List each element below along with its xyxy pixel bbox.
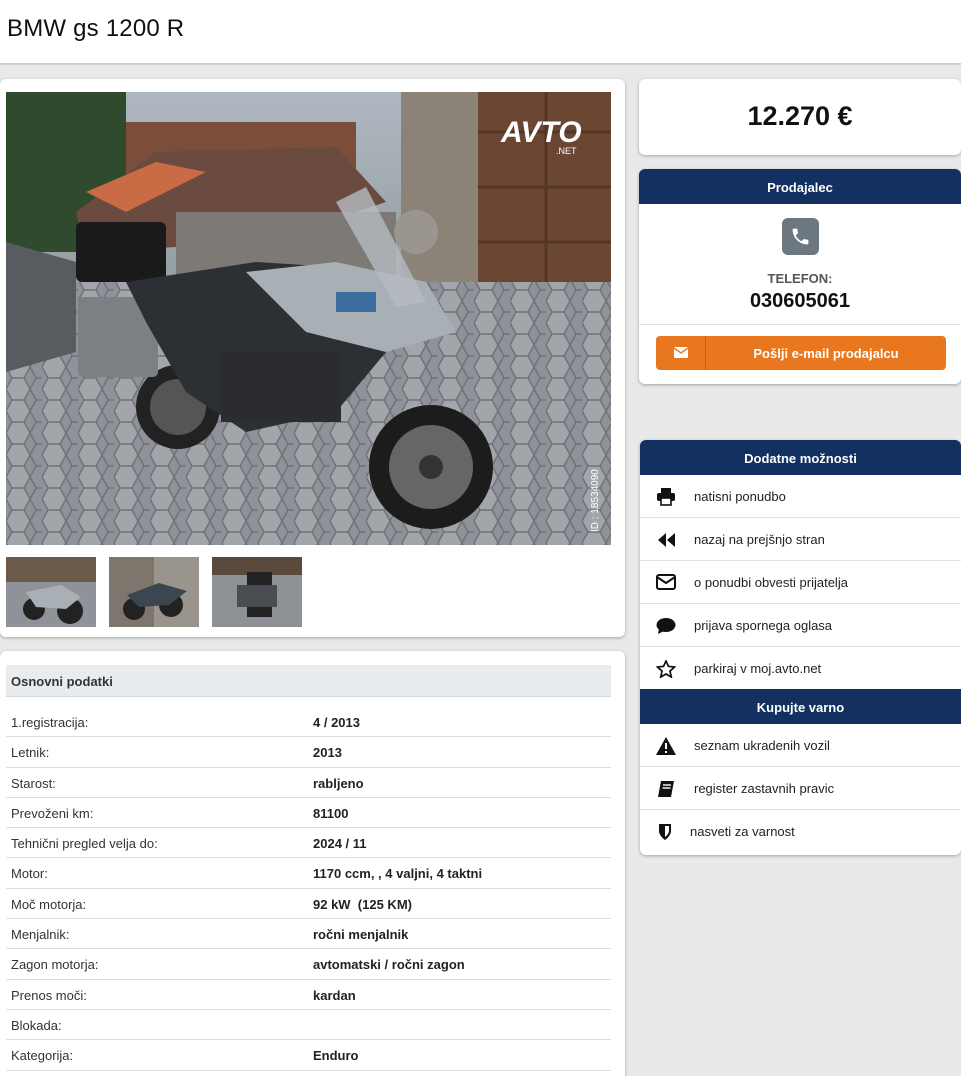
spec-label: Tehnični pregled velja do: [11, 836, 158, 852]
thumbnail-2[interactable] [109, 557, 199, 627]
table-row: Menjalnik: ročni menjalnik [6, 919, 611, 950]
table-row: Motor: 1170 ccm, , 4 valjni, 4 taktni [6, 858, 611, 889]
thumbnail-strip [6, 557, 302, 627]
spec-value: 81100 [313, 805, 349, 821]
photo-gallery: AVTO .NET ID : 18534090 [0, 79, 625, 637]
option-label: o ponudbi obvesti prijatelja [694, 575, 848, 590]
thumbnail-1[interactable] [6, 557, 96, 627]
option-notify-friend[interactable]: o ponudbi obvesti prijatelja [640, 561, 961, 604]
specs-table: 1.registracija: 4 / 2013 Letnik: 2013 Star… [6, 707, 611, 1071]
table-row: Zagon motorja: avtomatski / ročni zagon [6, 949, 611, 980]
seller-header: Prodajalec [639, 169, 961, 204]
option-back[interactable]: nazaj na prejšnjo stran [640, 518, 961, 561]
table-row: 1.registracija: 4 / 2013 [6, 707, 611, 738]
phone-icon[interactable] [782, 218, 819, 255]
specs-header: Osnovni podatki [6, 665, 611, 697]
spec-label: Blokada: [11, 1017, 62, 1033]
table-row: Tehnični pregled velja do: 2024 / 11 [6, 828, 611, 859]
price-card: 12.270 € [639, 79, 961, 155]
page-title: BMW gs 1200 R [7, 15, 185, 42]
spec-label: Motor: [11, 866, 48, 882]
table-row: Prenos moči: kardan [6, 980, 611, 1010]
avto-logo: AVTO [500, 116, 582, 149]
main-photo[interactable]: AVTO .NET ID : 18534090 [6, 92, 611, 545]
spec-value: 1170 ccm, , 4 valjni, 4 taktni [313, 866, 483, 882]
spec-label: Zagon motorja: [11, 957, 99, 973]
title-bar: BMW gs 1200 R [0, 0, 961, 65]
table-row: Kategorija: Enduro [6, 1040, 611, 1071]
option-report[interactable]: prijava spornega oglasa [640, 604, 961, 647]
option-label: register zastavnih pravic [694, 781, 835, 796]
seller-card: Prodajalec TELEFON: 030605061 Pošlji e-m… [639, 169, 961, 384]
spec-value: 92 kW (125 KM) [313, 896, 412, 912]
spec-value: kardan [313, 987, 356, 1003]
spec-label: Letnik: [11, 745, 50, 761]
phone-label: TELEFON: [767, 271, 833, 286]
option-park[interactable]: parkiraj v moj.avto.net [640, 647, 961, 690]
spec-label: Menjalnik: [11, 927, 70, 943]
spec-label: Moč motorja: [11, 896, 87, 912]
envelope-icon [656, 336, 706, 370]
price-value: 12.270 € [747, 101, 853, 131]
options-card: Dodatne možnosti natisni ponudbo nazaj n… [640, 440, 961, 855]
spec-value: 2013 [313, 745, 342, 761]
comment-icon [656, 617, 678, 635]
motorcycle-photo: AVTO .NET ID : 18534090 [6, 92, 611, 545]
spec-value: 2024 / 11 [313, 836, 367, 852]
spec-value: rabljeno [313, 775, 364, 791]
spec-value: avtomatski / ročni zagon [313, 957, 465, 973]
spec-value: 4 / 2013 [313, 715, 360, 730]
table-row: Letnik: 2013 [6, 737, 611, 768]
email-button-label: Pošlji e-mail prodajalcu [753, 346, 899, 361]
option-label: prijava spornega oglasa [694, 618, 833, 633]
spec-label: Prenos moči: [11, 987, 87, 1003]
specs-section: Osnovni podatki 1.registracija: 4 / 2013 … [0, 651, 625, 1076]
thumbnail-3[interactable] [212, 557, 302, 627]
safe-buy-header: Kupujte varno [640, 689, 961, 724]
option-label: nasveti za varnost [690, 824, 795, 839]
avto-logo-sub: .NET [556, 146, 577, 156]
option-print[interactable]: natisni ponudbo [640, 475, 961, 518]
photo-id: ID : 18534090 [590, 469, 601, 532]
option-stolen-vehicles[interactable]: seznam ukradenih vozil [640, 724, 961, 767]
options-header: Dodatne možnosti [640, 440, 961, 475]
spec-label: Prevoženi km: [11, 805, 94, 821]
print-icon [656, 488, 678, 506]
table-row: Moč motorja: 92 kW (125 KM) [6, 889, 611, 920]
option-lien-register[interactable]: register zastavnih pravic [640, 767, 961, 810]
option-label: nazaj na prejšnjo stran [694, 532, 825, 547]
envelope-icon [656, 574, 678, 592]
book-icon [656, 780, 678, 798]
spec-label: Kategorija: [11, 1048, 74, 1064]
table-row: Prevoženi km: 81100 [6, 798, 611, 829]
table-row: Starost: rabljeno [6, 768, 611, 798]
option-label: parkiraj v moj.avto.net [694, 661, 822, 676]
option-label: seznam ukradenih vozil [694, 738, 830, 753]
divider [639, 324, 961, 325]
spec-value: Enduro [313, 1048, 359, 1064]
spec-value: ročni menjalnik [313, 927, 409, 943]
shield-icon [656, 823, 678, 841]
rewind-icon [656, 531, 678, 549]
star-icon [655, 658, 678, 679]
email-seller-button[interactable]: Pošlji e-mail prodajalcu [656, 336, 946, 370]
table-row: Blokada: [6, 1010, 611, 1041]
warning-icon [656, 737, 678, 755]
spec-label: Starost: [11, 775, 56, 791]
option-label: natisni ponudbo [694, 489, 786, 504]
option-safety-tips[interactable]: nasveti za varnost [640, 810, 961, 853]
phone-number[interactable]: 030605061 [639, 290, 961, 313]
spec-label: 1.registracija: [11, 715, 89, 730]
